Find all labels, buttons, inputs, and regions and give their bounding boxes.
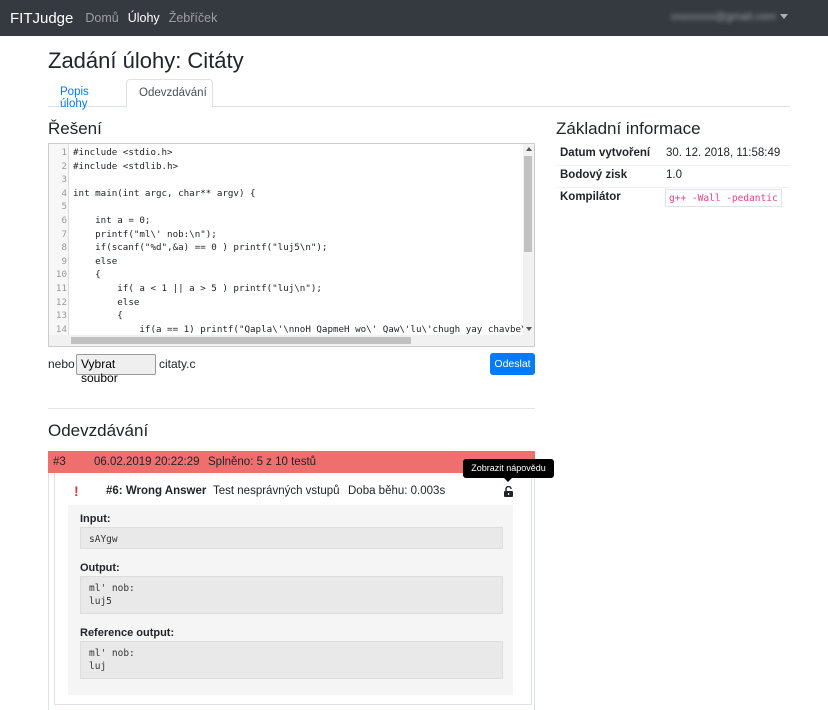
code-line: 6 int a = 0;	[61, 215, 151, 226]
code-line: 3	[61, 174, 67, 186]
submission-row[interactable]: #3 06.02.2019 20:22:29 Splněno: 5 z 10 t…	[48, 451, 535, 473]
reference-output-value: ml' nob: luj	[80, 641, 503, 679]
submit-button[interactable]: Odeslat	[490, 353, 535, 375]
navbar: FITJudge Domů Úlohy Žebříček xxxxxxxx@gm…	[0, 0, 828, 36]
tab-submission[interactable]: Odevzdávání	[126, 79, 213, 108]
code-line: 4 int main(int argc, char** argv) {	[61, 187, 256, 199]
tooltip-arrow	[504, 478, 512, 482]
info-divider	[556, 187, 790, 188]
error-icon: !	[74, 483, 79, 499]
or-label: nebo	[48, 357, 75, 371]
hint-tooltip: Zobrazit nápovědu	[463, 459, 554, 478]
submission-id: #3	[53, 456, 66, 468]
input-label: Input:	[80, 513, 111, 525]
code-line: 2 #include <stdlib.h>	[61, 160, 179, 172]
chevron-down-icon[interactable]	[780, 14, 788, 19]
info-value-created: 30. 12. 2018, 11:58:49	[666, 147, 781, 159]
info-divider	[556, 165, 790, 166]
brand-logo[interactable]: FITJudge	[10, 10, 73, 27]
reference-output-label: Reference output:	[80, 627, 175, 639]
editor-horizontal-scrollbar[interactable]	[49, 335, 534, 346]
scroll-down-icon[interactable]	[526, 327, 532, 331]
info-value-compiler: g++ -Wall -pedantic	[665, 189, 782, 207]
code-line: 7 printf("ml\' nob:\n");	[61, 228, 217, 240]
output-value: ml' nob: luj5	[80, 576, 503, 614]
divider	[48, 408, 535, 409]
code-line: 5	[61, 201, 67, 213]
test-description: Test nesprávných vstupů	[213, 485, 340, 497]
code-line: 9 else	[61, 255, 118, 267]
nav-link-tasks[interactable]: Úlohy	[128, 11, 160, 25]
output-label: Output:	[80, 562, 120, 574]
tab-bar: Popis úlohy Odevzdávání	[48, 79, 790, 110]
input-value: sAYgw	[80, 527, 503, 549]
page-title: Zadání úlohy: Citáty	[48, 48, 244, 73]
test-runtime: Doba běhu: 0.003s	[348, 485, 446, 497]
code-line: 1 #include <stdio.h>	[61, 147, 173, 158]
submission-status: Splněno: 5 z 10 testů	[208, 456, 317, 468]
scrollbar-thumb[interactable]	[71, 337, 411, 344]
info-key-created: Datum vytvoření	[560, 147, 651, 159]
code-line: 11 if( a < 1 || a > 5 ) printf("luj\n");	[55, 283, 322, 294]
selected-file-name: citaty.c	[159, 357, 196, 371]
scrollbar-thumb[interactable]	[524, 156, 532, 252]
unlock-icon[interactable]	[503, 486, 515, 497]
code-line: 12 else	[55, 296, 140, 308]
editor-vertical-scrollbar[interactable]	[523, 144, 534, 336]
scroll-up-icon[interactable]	[526, 147, 532, 151]
user-menu[interactable]: xxxxxxxx@gmail.com	[671, 11, 776, 23]
tab-description[interactable]: Popis úlohy	[48, 79, 126, 110]
info-key-compiler: Kompilátor	[560, 191, 621, 203]
submission-datetime: 06.02.2019 20:22:29	[94, 456, 200, 468]
info-heading: Základní informace	[556, 119, 701, 138]
code-line: 13 {	[55, 310, 123, 322]
solution-heading: Řešení	[48, 119, 102, 138]
code-line: 8 if(scanf("%d",&a) == 0 ) printf("luj5\…	[61, 242, 328, 254]
nav-link-home[interactable]: Domů	[85, 11, 118, 25]
submissions-heading: Odevzdávání	[48, 421, 149, 440]
nav-link-leaderboard[interactable]: Žebříček	[169, 11, 218, 25]
choose-file-button[interactable]: Vybrat soubor	[76, 354, 156, 385]
info-key-points: Bodový zisk	[560, 169, 628, 181]
code-line: 10 {	[55, 269, 101, 281]
test-title: #6: Wrong Answer	[106, 485, 207, 497]
info-value-points: 1.0	[666, 169, 682, 181]
code-editor[interactable]: 1 #include <stdio.h> 2 #include <stdlib.h>…	[48, 143, 535, 347]
